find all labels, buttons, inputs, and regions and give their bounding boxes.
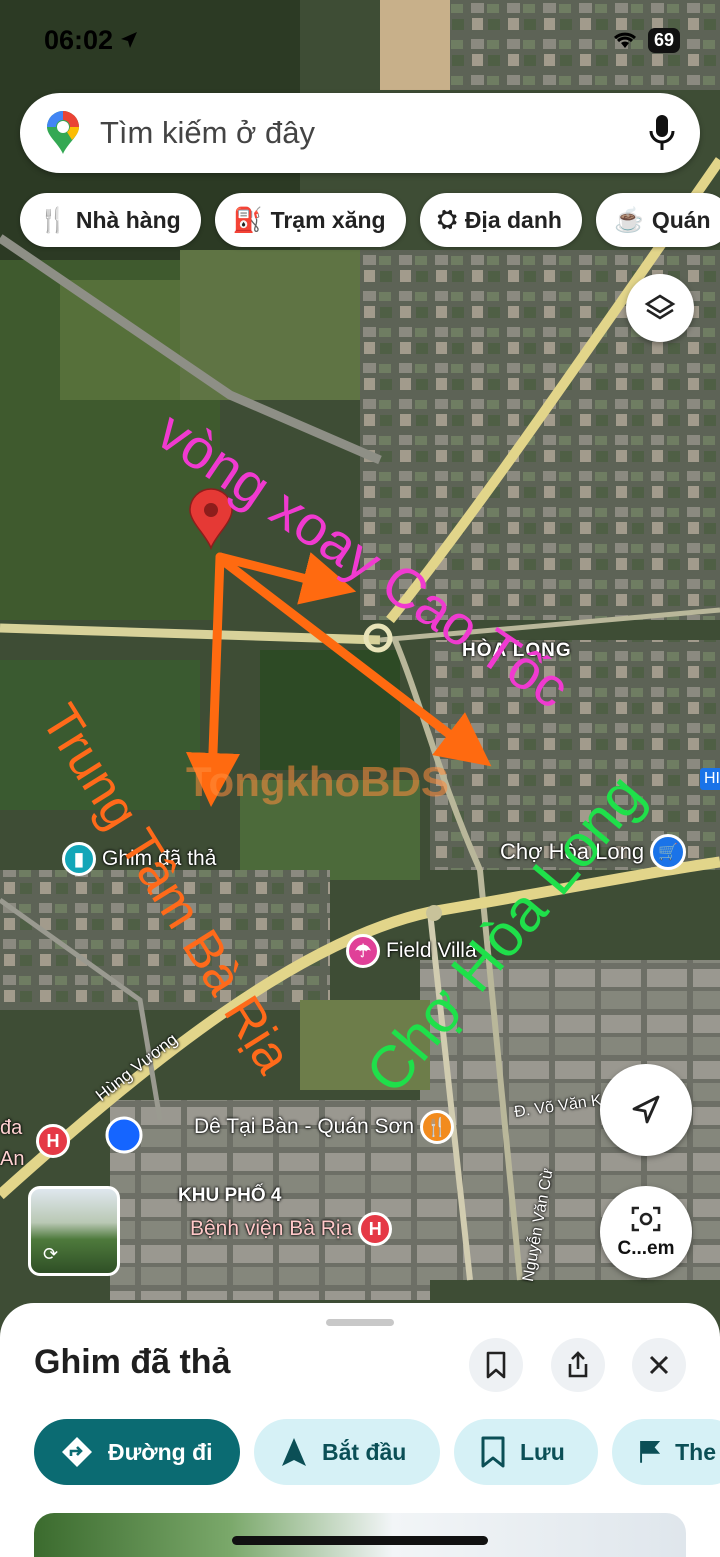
resort-icon: ☂ [346,934,380,968]
cafe-icon: ☕ [613,206,644,234]
start-navigation-button[interactable]: Bắt đầu [254,1419,440,1485]
my-location-button[interactable] [600,1064,692,1156]
restaurant-marker-icon: 🍴 [420,1110,454,1144]
close-button[interactable] [632,1338,686,1392]
layers-button[interactable] [626,274,694,342]
poi-label: Dê Tại Bàn - Quán Sơn [194,1115,414,1138]
current-location-dot [105,1116,143,1154]
place-photo[interactable] [34,1513,686,1557]
chip-label: Trạm xăng [270,206,386,233]
sheet-drag-handle[interactable] [326,1319,394,1326]
battery-indicator: 69 [647,27,680,53]
status-bar: 06:02 69 [44,22,680,58]
search-with-camera-button[interactable]: C...em [600,1186,692,1278]
search-input[interactable]: Tìm kiếm ở đây [100,115,648,151]
gas-station-icon: ⛽ [232,206,263,234]
status-time: 06:02 [44,25,139,56]
map-label-hi: HI [700,768,720,790]
hospital-marker-icon[interactable]: H [36,1124,70,1158]
navigation-arrow-icon [282,1438,306,1466]
poi-label: Bệnh viện Bà Rịa [190,1217,353,1240]
chip-landmarks[interactable]: ⛭ Địa danh [419,193,582,247]
map-label-khu-pho-4: KHU PHỐ 4 [178,1185,282,1206]
landmark-icon: ⛭ [437,206,457,233]
directions-icon [62,1437,92,1467]
microphone-icon[interactable] [648,113,676,153]
category-chips: 🍴 Nhà hàng ⛽ Trạm xăng ⛭ Địa danh ☕ Quán [20,193,720,247]
bookmark-icon [481,1436,505,1468]
restaurant-icon: 🍴 [38,206,68,234]
chip-gas-stations[interactable]: ⛽ Trạm xăng [214,193,406,247]
watermark: TongkhoBDS [186,758,449,805]
save-bookmark-button[interactable] [469,1338,523,1392]
flag-icon [640,1441,661,1463]
share-button[interactable] [551,1338,605,1392]
camera-label: C...em [617,1238,675,1259]
close-icon [649,1355,669,1375]
hospital-marker-icon: H [358,1212,393,1246]
chip-label: Nhà hàng [75,206,181,233]
action-label: Bắt đầu [322,1438,407,1465]
layers-icon [644,294,676,320]
sheet-actions: Đường đi Bắt đầu Lưu The [34,1419,720,1485]
clock: 06:02 [44,24,114,55]
shopping-cart-icon: 🛒 [650,834,687,870]
wifi-icon [613,32,636,48]
action-label: Đường đi [108,1438,213,1465]
search-bar[interactable]: Tìm kiếm ở đây [20,93,700,173]
sheet-title: Ghim đã thả [34,1343,231,1381]
save-button[interactable]: Lưu [454,1419,598,1485]
action-label: The [675,1438,716,1465]
poi-benh-vien-ba-ria[interactable]: Bệnh viện Bà Rịa H [190,1212,393,1246]
chip-cafes[interactable]: ☕ Quán [595,193,720,247]
poi-de-tai-ban[interactable]: Dê Tại Bàn - Quán Sơn 🍴 [194,1110,454,1144]
map-label-left-an: An [0,1148,25,1170]
chip-restaurants[interactable]: 🍴 Nhà hàng [20,193,201,247]
place-bottom-sheet[interactable]: Ghim đã thả Đường đi Bắt đầu Lưu The [0,1303,720,1557]
bookmark-pin-icon: ▮ [62,842,96,876]
action-label: Lưu [520,1438,565,1465]
share-icon [568,1351,588,1378]
bookmark-icon [486,1351,506,1379]
home-indicator [232,1536,488,1545]
street-view-thumbnail[interactable]: ⟳ [28,1186,120,1276]
chip-label: Quán [651,206,711,233]
add-label-button[interactable]: The [612,1419,720,1485]
directions-button[interactable]: Đường đi [34,1419,240,1485]
navigation-arrow-icon [632,1095,660,1124]
chip-label: Địa danh [464,206,562,233]
google-maps-logo-icon [47,111,79,154]
map-label-left-da: đa [0,1117,23,1139]
rotate-360-icon: ⟳ [43,1244,59,1264]
camera-lens-icon [631,1206,661,1232]
location-arrow-icon [121,32,138,48]
